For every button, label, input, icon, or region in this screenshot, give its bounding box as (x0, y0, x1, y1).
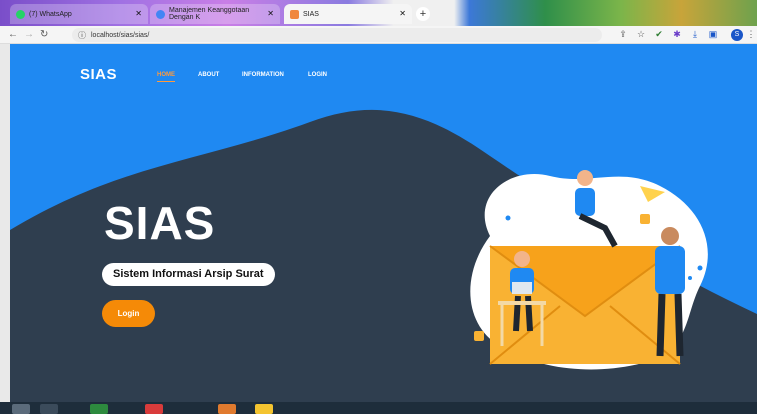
nav-information[interactable]: INFORMATION (242, 72, 284, 78)
info-icon[interactable]: ⓘ (78, 30, 86, 41)
close-icon[interactable]: ✕ (267, 9, 274, 18)
hero-illustration (470, 170, 708, 370)
tab-label: Manajemen Keanggotaan Dengan K (169, 7, 250, 21)
tab-label: SIAS (303, 10, 319, 18)
tab-whatsapp[interactable]: (7) WhatsApp ✕ (10, 4, 148, 24)
sidepanel-icon[interactable]: ▣ (708, 29, 718, 40)
tab-sias[interactable]: SIAS ✕ (284, 4, 412, 24)
start-icon[interactable] (12, 404, 30, 414)
browser-toolbar: ← → ↻ ⓘ localhost/sias/sias/ ⇪ ☆ ✔ ✱ ⤓ ▣… (0, 26, 757, 44)
tab-label: (7) WhatsApp (29, 10, 72, 18)
back-icon[interactable]: ← (8, 28, 18, 42)
browser-tab-strip: (7) WhatsApp ✕ Manajemen Keanggotaan Den… (0, 0, 757, 26)
reload-icon[interactable]: ↻ (40, 28, 48, 42)
address-bar[interactable]: ⓘ localhost/sias/sias/ (72, 28, 602, 42)
taskbar-app-icon[interactable] (145, 404, 163, 414)
site-logo[interactable]: SIAS (80, 66, 117, 83)
nav-login[interactable]: LOGIN (308, 72, 327, 78)
screen: (7) WhatsApp ✕ Manajemen Keanggotaan Den… (0, 0, 757, 414)
extension-icon[interactable]: ✔ (654, 29, 664, 40)
share-icon[interactable]: ⇪ (618, 29, 628, 40)
hero-subtitle: Sistem Informasi Arsip Surat (102, 263, 275, 286)
close-icon[interactable]: ✕ (399, 9, 406, 18)
download-icon[interactable]: ⤓ (690, 29, 700, 40)
hero-title: SIAS (104, 197, 216, 249)
login-button[interactable]: Login (102, 300, 155, 327)
taskbar-app-icon[interactable] (90, 404, 108, 414)
nav-home[interactable]: HOME (157, 72, 175, 82)
address-text: localhost/sias/sias/ (91, 31, 150, 39)
tab-manajemen[interactable]: Manajemen Keanggotaan Dengan K ✕ (150, 4, 280, 24)
profile-avatar[interactable]: S (731, 29, 743, 41)
forward-icon[interactable]: → (24, 28, 34, 42)
taskbar-app-icon[interactable] (40, 404, 58, 414)
whatsapp-icon (16, 9, 25, 19)
nav-about[interactable]: ABOUT (198, 72, 219, 78)
google-icon (156, 9, 165, 19)
star-icon[interactable]: ☆ (636, 29, 646, 40)
close-icon[interactable]: ✕ (135, 9, 142, 18)
taskbar-app-icon[interactable] (218, 404, 236, 414)
menu-icon[interactable]: ⋮ (746, 29, 756, 40)
puzzle-icon[interactable]: ✱ (672, 29, 682, 40)
page-icon (290, 9, 299, 19)
new-tab-button[interactable]: + (416, 7, 430, 21)
taskbar-app-icon[interactable] (255, 404, 273, 414)
os-taskbar (0, 402, 757, 414)
web-page: SIAS HOME ABOUT INFORMATION LOGIN SIAS S… (10, 44, 757, 402)
